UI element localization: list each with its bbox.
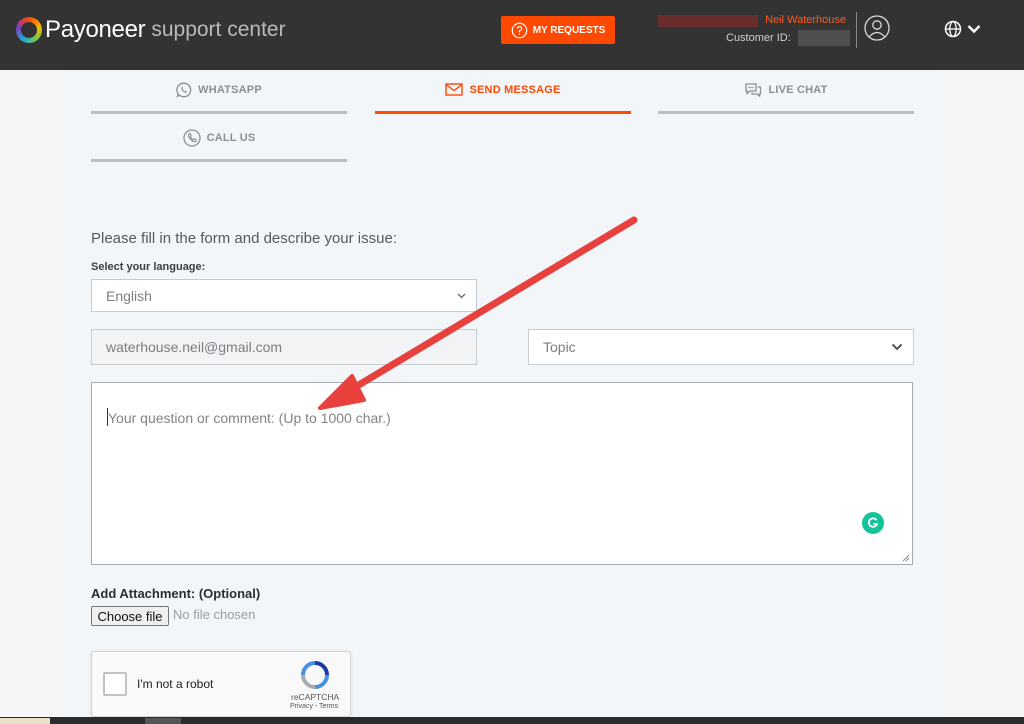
header-divider — [856, 12, 857, 48]
grammarly-g-glyph — [867, 517, 879, 528]
tab-call-us[interactable]: CALL US — [91, 116, 347, 162]
language-switcher[interactable] — [944, 20, 981, 38]
chevron-down-icon — [967, 25, 981, 34]
choose-file-button[interactable]: Choose file — [91, 606, 169, 626]
attachment-label: Add Attachment: (Optional) — [91, 586, 261, 601]
logo-ring-icon — [16, 17, 42, 43]
language-select[interactable]: English — [91, 279, 477, 312]
tab-whatsapp[interactable]: WHATSAPP — [91, 68, 347, 114]
my-requests-button[interactable]: MY REQUESTS — [501, 16, 615, 44]
no-file-text: No file chosen — [173, 607, 256, 622]
my-requests-label: MY REQUESTS — [532, 24, 606, 36]
tab-live-chat-label: LIVE CHAT — [768, 83, 828, 96]
grammarly-icon[interactable] — [862, 512, 884, 534]
envelope-icon — [445, 83, 464, 96]
recaptcha-checkbox[interactable] — [103, 672, 127, 696]
tab-whatsapp-label: WHATSAPP — [198, 83, 262, 96]
comment-placeholder: Your question or comment: (Up to 1000 ch… — [108, 410, 391, 426]
chat-bubbles-icon — [745, 82, 762, 97]
tab-live-chat[interactable]: LIVE CHAT — [658, 68, 914, 114]
email-field[interactable]: waterhouse.neil@gmail.com — [91, 329, 477, 365]
payoneer-logo[interactable]: Payoneer support center — [16, 16, 286, 44]
tab-send-message[interactable]: SEND MESSAGE — [375, 68, 631, 114]
recaptcha-terms-links[interactable]: Privacy - Terms — [290, 703, 338, 710]
user-info: Neil Waterhouse Customer ID: — [658, 13, 850, 49]
comment-textarea[interactable]: Your question or comment: (Up to 1000 ch… — [91, 382, 913, 565]
recaptcha-brand: reCAPTCHA — [291, 692, 340, 702]
form-intro: Please fill in the form and describe you… — [91, 230, 397, 247]
phone-icon — [182, 128, 201, 147]
tab-call-us-label: CALL US — [206, 131, 256, 144]
brand-name: Payoneer — [45, 16, 146, 43]
resize-handle-icon[interactable] — [902, 554, 910, 562]
tab-send-message-label: SEND MESSAGE — [469, 83, 561, 96]
chevron-down-icon — [891, 343, 903, 351]
globe-icon — [944, 20, 962, 38]
recaptcha-label: I'm not a robot — [137, 677, 214, 691]
user-name: Neil Waterhouse — [765, 14, 846, 26]
recaptcha-widget: I'm not a robot reCAPTCHA Privacy - Term… — [91, 651, 351, 717]
language-select-value: English — [106, 287, 152, 304]
taskbar-item[interactable] — [0, 718, 50, 724]
topic-select[interactable]: Topic — [528, 329, 914, 365]
taskbar-item[interactable] — [145, 718, 181, 724]
brand-subtitle: support center — [151, 18, 286, 41]
recaptcha-logo-icon — [301, 661, 329, 689]
question-circle-icon — [511, 22, 528, 38]
user-circle-icon[interactable] — [864, 15, 890, 41]
language-label: Select your language: — [91, 261, 206, 273]
customer-id-label: Customer ID: — [726, 32, 791, 44]
whatsapp-icon — [176, 82, 192, 98]
top-header: Payoneer support center MY REQUESTS Neil… — [0, 0, 1024, 70]
redacted-block — [658, 15, 758, 27]
chevron-down-icon — [457, 293, 466, 298]
topic-select-placeholder: Topic — [543, 339, 576, 355]
redacted-customer-id — [798, 30, 850, 46]
email-field-value: waterhouse.neil@gmail.com — [106, 339, 283, 355]
